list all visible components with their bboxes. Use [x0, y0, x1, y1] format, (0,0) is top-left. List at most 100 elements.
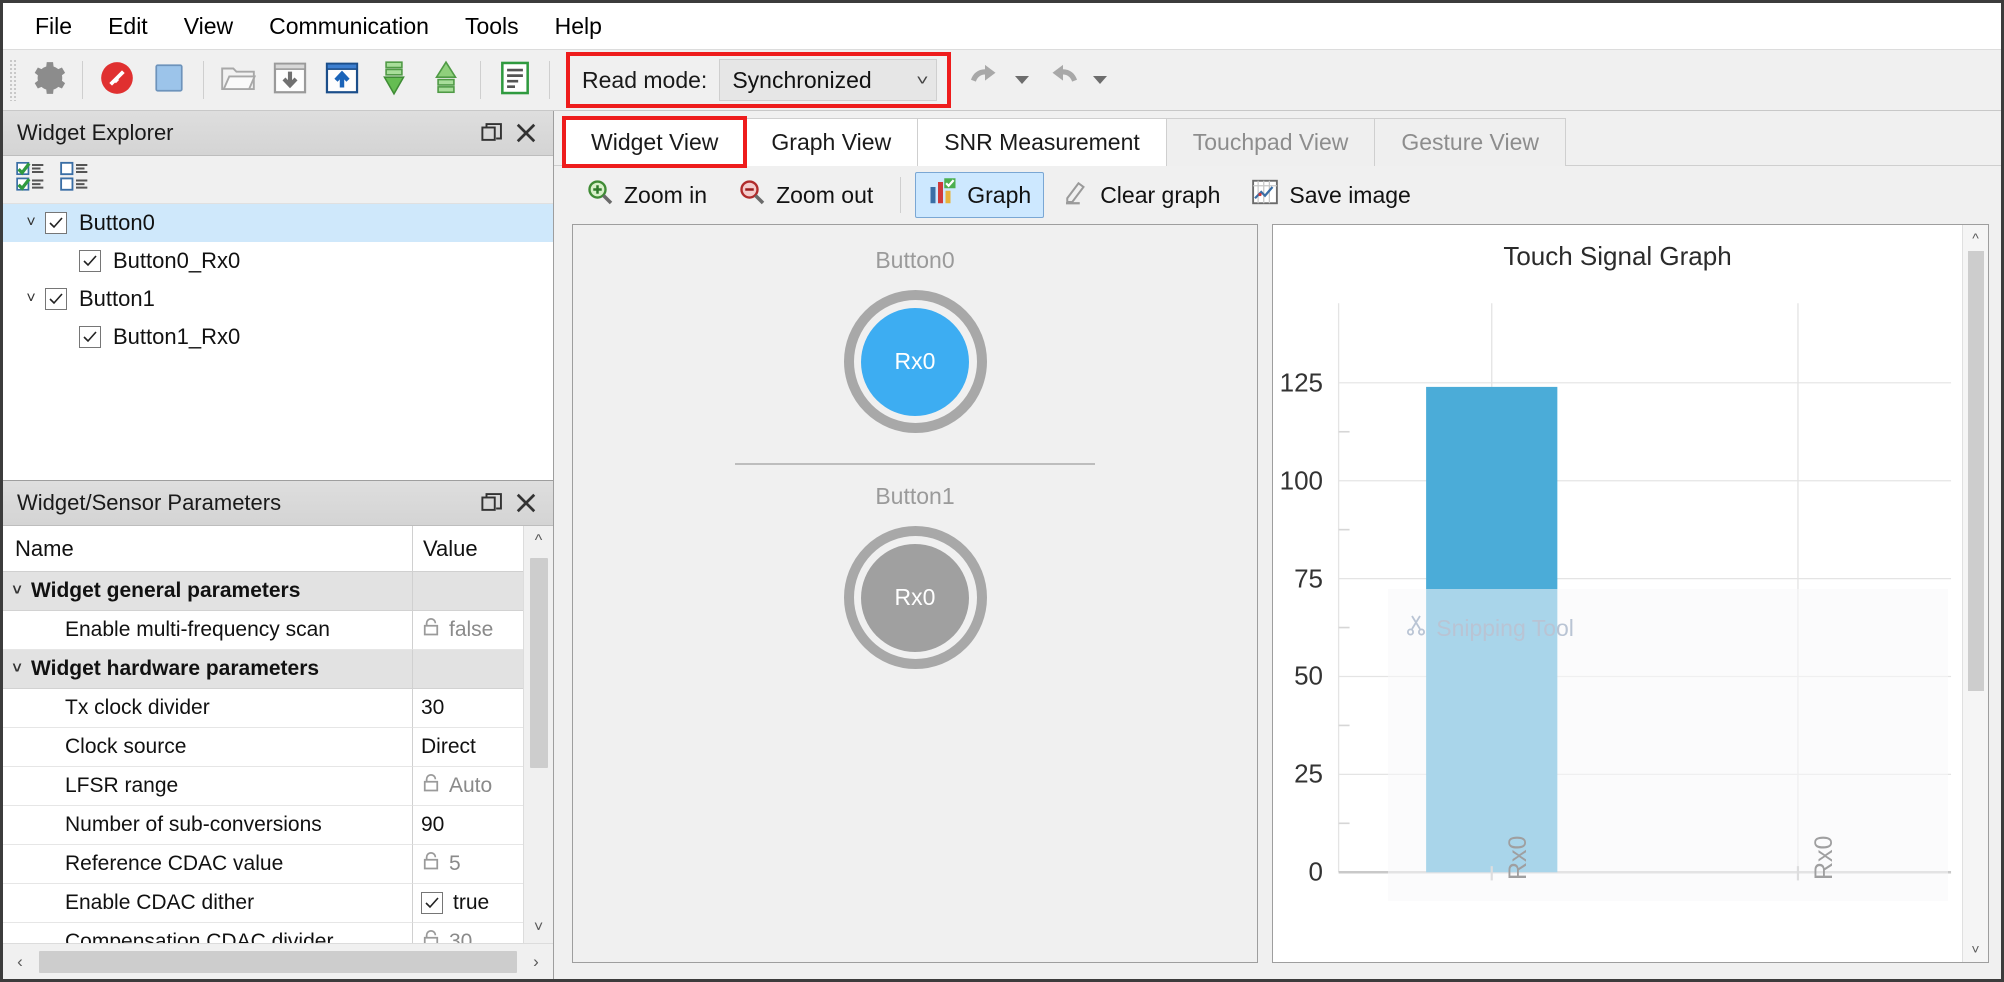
tree-checkbox[interactable]	[45, 288, 67, 310]
chevron-down-icon[interactable]: ˅	[3, 582, 31, 600]
tree-checkbox[interactable]	[79, 326, 101, 348]
graph-vertical-scrollbar[interactable]: ^ ˅	[1962, 225, 1988, 962]
parameters-vertical-scrollbar[interactable]: ^ ˅	[523, 526, 553, 943]
lock-icon	[421, 773, 441, 799]
write-all-button[interactable]	[420, 54, 472, 106]
check-all-icon[interactable]	[15, 160, 49, 199]
widget-title-button0: Button0	[875, 247, 955, 273]
param-value-cell[interactable]: 90	[413, 806, 523, 845]
tab-snr-measurement[interactable]: SNR Measurement	[917, 118, 1167, 166]
param-value-cell[interactable]: 5	[413, 845, 523, 884]
param-checkbox[interactable]	[421, 892, 443, 914]
stop-button[interactable]	[143, 54, 195, 106]
param-value-cell[interactable]: 30	[413, 923, 523, 943]
param-row-clock-source[interactable]: Clock source Direct	[3, 728, 523, 767]
scroll-down-arrow-icon[interactable]: ˅	[1963, 936, 1989, 962]
menu-item-help[interactable]: Help	[537, 9, 620, 44]
column-header-name[interactable]: Name	[3, 526, 413, 571]
menu-item-edit[interactable]: Edit	[90, 9, 166, 44]
uncheck-all-icon[interactable]	[59, 160, 93, 199]
param-group-name-cell: ˅ Widget general parameters	[3, 572, 413, 611]
param-row-compensation-cdac-divider[interactable]: Compensation CDAC divider 30	[3, 923, 523, 943]
tab-label: SNR Measurement	[944, 129, 1140, 155]
menu-item-file[interactable]: File	[17, 9, 90, 44]
tab-graph-view[interactable]: Graph View	[744, 118, 919, 166]
tab-gesture-view: Gesture View	[1374, 118, 1566, 166]
undo-group	[959, 54, 1030, 106]
redo-button[interactable]	[1037, 54, 1089, 106]
scroll-left-arrow-icon[interactable]: ‹	[3, 945, 37, 979]
parameters-horizontal-scrollbar[interactable]: ‹ ›	[3, 943, 553, 979]
read-from-device-button[interactable]	[264, 54, 316, 106]
menu-item-communication[interactable]: Communication	[251, 9, 447, 44]
param-row-enable-cdac-dither[interactable]: Enable CDAC dither true	[3, 884, 523, 923]
read-mode-select[interactable]: Synchronized ˅	[719, 59, 938, 101]
toolbar-separator-1	[82, 61, 83, 99]
param-group-row[interactable]: ˅ Widget hardware parameters	[3, 650, 523, 689]
parameters-float-button[interactable]	[475, 486, 509, 520]
tree-checkbox[interactable]	[45, 212, 67, 234]
param-row-lfsr-range[interactable]: LFSR range Auto	[3, 767, 523, 806]
graph-toggle-button[interactable]: Graph	[915, 172, 1045, 218]
param-row-reference-cdac-value[interactable]: Reference CDAC value 5	[3, 845, 523, 884]
stop-icon	[152, 61, 186, 100]
undo-dropdown-caret[interactable]	[1015, 76, 1030, 84]
chevron-down-icon[interactable]: ˅	[17, 290, 45, 308]
parameters-grid[interactable]: Name Value ˅ Widget general parameters E…	[3, 526, 523, 943]
sensor-fill: Rx0	[861, 543, 969, 652]
scroll-down-arrow-icon[interactable]: ˅	[524, 913, 554, 943]
zoom-out-button[interactable]: Zoom out	[724, 172, 886, 218]
open-file-button[interactable]	[212, 54, 264, 106]
tree-checkbox[interactable]	[79, 250, 101, 272]
scroll-up-arrow-icon[interactable]: ^	[1963, 225, 1989, 251]
tab-touchpad-view: Touchpad View	[1165, 118, 1376, 166]
scroll-right-arrow-icon[interactable]: ›	[519, 945, 553, 979]
redo-dropdown-caret[interactable]	[1093, 76, 1108, 84]
widget-explorer-float-button[interactable]	[475, 116, 509, 150]
widget-sensor-button0-rx0[interactable]: Rx0	[843, 290, 987, 433]
parameters-table-header: Name Value	[3, 526, 523, 572]
chevron-down-icon[interactable]: ˅	[17, 214, 45, 232]
disconnect-button[interactable]	[91, 54, 143, 106]
param-group-row[interactable]: ˅ Widget general parameters	[3, 572, 523, 611]
toolbar-grip[interactable]	[9, 59, 18, 101]
param-value: true	[453, 891, 490, 914]
tab-widget-view[interactable]: Widget View	[561, 116, 748, 168]
read-all-button[interactable]	[368, 54, 420, 106]
save-image-button[interactable]: Save image	[1237, 172, 1423, 218]
param-row-number-of-sub-conversions[interactable]: Number of sub-conversions 90	[3, 806, 523, 845]
param-value-cell[interactable]: false	[413, 611, 523, 650]
write-to-device-button[interactable]	[316, 54, 368, 106]
lock-icon	[421, 851, 441, 877]
parameters-close-button[interactable]	[509, 486, 543, 520]
clear-graph-button[interactable]: Clear graph	[1048, 172, 1233, 218]
snipping-tool-overlay	[1387, 588, 1949, 901]
menu-item-view[interactable]: View	[166, 9, 251, 44]
tree-item-button1-rx0[interactable]: Button1_Rx0	[3, 318, 553, 356]
log-button[interactable]	[489, 54, 541, 106]
param-value-cell[interactable]: Direct	[413, 728, 523, 767]
param-row-enable-multi-frequency-scan[interactable]: Enable multi-frequency scan false	[3, 611, 523, 650]
settings-gear-button[interactable]	[22, 54, 74, 106]
widget-tree[interactable]: ˅ Button0 Button0_Rx0 ˅ Button1 Button1_…	[3, 204, 553, 481]
parameters-panel: Widget/Sensor Parameters Name Value ˅ Wi…	[3, 481, 553, 979]
widget-sensor-button1-rx0[interactable]: Rx0	[843, 526, 987, 669]
scrollbar-thumb[interactable]	[39, 950, 517, 973]
tree-item-button1[interactable]: ˅ Button1	[3, 280, 553, 318]
clear-graph-label: Clear graph	[1100, 181, 1221, 208]
tree-item-button0-rx0[interactable]: Button0_Rx0	[3, 242, 553, 280]
chevron-down-icon[interactable]: ˅	[3, 660, 31, 678]
zoom-in-button[interactable]: Zoom in	[572, 172, 720, 218]
param-value-cell[interactable]: 30	[413, 689, 523, 728]
param-value-cell[interactable]: Auto	[413, 767, 523, 806]
param-row-tx-clock-divider[interactable]: Tx clock divider 30	[3, 689, 523, 728]
scrollbar-thumb[interactable]	[1967, 251, 1984, 691]
undo-button[interactable]	[959, 54, 1011, 106]
scroll-up-arrow-icon[interactable]: ^	[524, 526, 554, 556]
menu-item-tools[interactable]: Tools	[447, 9, 537, 44]
param-value-cell[interactable]: true	[413, 884, 523, 923]
column-header-value[interactable]: Value	[413, 526, 523, 571]
widget-explorer-close-button[interactable]	[509, 116, 543, 150]
tree-item-button0[interactable]: ˅ Button0	[3, 204, 553, 242]
scrollbar-thumb[interactable]	[529, 558, 548, 768]
